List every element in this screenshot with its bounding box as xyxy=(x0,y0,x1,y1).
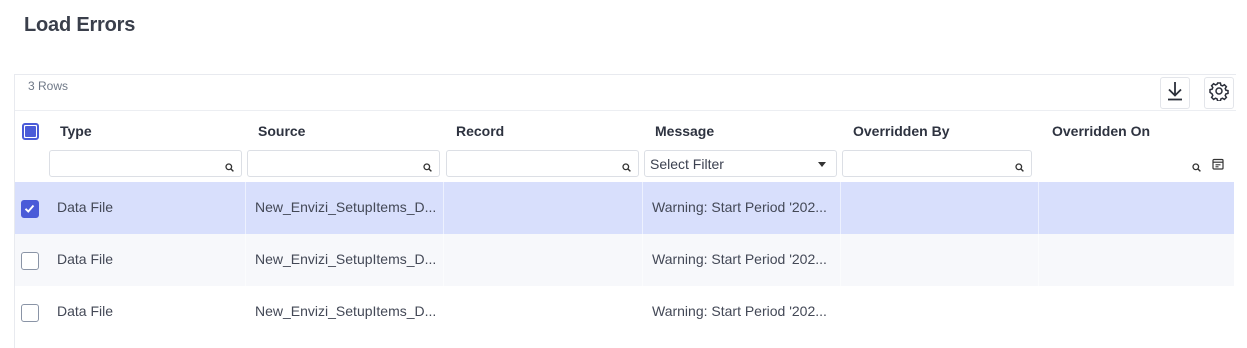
page-title: Load Errors xyxy=(24,14,136,36)
row-checkbox[interactable] xyxy=(21,252,39,270)
source-filter[interactable] xyxy=(247,150,440,177)
row-checkbox[interactable] xyxy=(21,200,39,218)
column-divider xyxy=(840,182,841,234)
overridden-on-filter[interactable] xyxy=(1042,150,1232,177)
table-row[interactable]: Data File New_Envizi_SetupItems_D... War… xyxy=(15,234,1234,286)
overridden-by-filter[interactable] xyxy=(842,150,1032,177)
search-icon xyxy=(423,159,432,177)
record-filter[interactable] xyxy=(446,150,639,177)
column-divider xyxy=(1038,182,1039,234)
search-icon xyxy=(225,159,234,177)
column-divider xyxy=(642,182,643,234)
search-icon xyxy=(1015,159,1024,177)
select-all-checkbox[interactable] xyxy=(22,123,39,140)
row-count-label: 3 Rows xyxy=(28,79,69,93)
column-divider xyxy=(245,182,246,234)
column-header-overridden-on[interactable]: Overridden On xyxy=(1052,123,1150,139)
column-header-overridden-by[interactable]: Overridden By xyxy=(853,123,949,139)
cell-source[interactable]: New_Envizi_SetupItems_D... xyxy=(255,199,436,215)
table-row[interactable]: Data File New_Envizi_SetupItems_D... War… xyxy=(15,182,1234,234)
cell-message[interactable]: Warning: Start Period '202... xyxy=(652,199,827,215)
search-icon xyxy=(622,159,631,177)
overridden-by-filter-input[interactable] xyxy=(843,151,1009,176)
record-filter-input[interactable] xyxy=(447,151,616,176)
column-header-record[interactable]: Record xyxy=(456,123,504,139)
grid-settings-button[interactable] xyxy=(1204,77,1234,109)
message-filter-select[interactable]: Select Filter xyxy=(644,150,837,177)
column-header-source[interactable]: Source xyxy=(258,123,305,139)
column-header-type[interactable]: Type xyxy=(60,123,92,139)
download-icon xyxy=(1166,81,1184,106)
cell-source[interactable]: New_Envizi_SetupItems_D... xyxy=(255,303,436,319)
partial-selection-indicator xyxy=(25,126,36,137)
overridden-on-filter-input[interactable] xyxy=(1043,151,1187,176)
message-filter-value: Select Filter xyxy=(650,156,724,172)
calendar-icon[interactable] xyxy=(1212,157,1224,175)
download-button[interactable] xyxy=(1160,77,1190,109)
search-icon xyxy=(1192,159,1201,177)
cell-source[interactable]: New_Envizi_SetupItems_D... xyxy=(255,251,436,267)
column-divider xyxy=(642,234,643,286)
column-divider xyxy=(443,234,444,286)
column-divider xyxy=(840,234,841,286)
cell-type: Data File xyxy=(57,251,114,267)
cell-message[interactable]: Warning: Start Period '202... xyxy=(652,251,827,267)
cell-type: Data File xyxy=(57,303,114,319)
type-filter-input[interactable] xyxy=(50,151,219,176)
column-header-message[interactable]: Message xyxy=(655,123,714,139)
source-filter-input[interactable] xyxy=(248,151,417,176)
row-checkbox[interactable] xyxy=(21,304,39,322)
type-filter[interactable] xyxy=(49,150,242,177)
table-row[interactable]: Data File New_Envizi_SetupItems_D... War… xyxy=(15,286,1234,338)
cell-type: Data File xyxy=(57,199,114,215)
gear-icon xyxy=(1209,81,1229,106)
column-divider xyxy=(1038,234,1039,286)
chevron-down-icon xyxy=(818,162,826,167)
cell-message[interactable]: Warning: Start Period '202... xyxy=(652,303,827,319)
column-divider xyxy=(245,234,246,286)
column-divider xyxy=(443,182,444,234)
